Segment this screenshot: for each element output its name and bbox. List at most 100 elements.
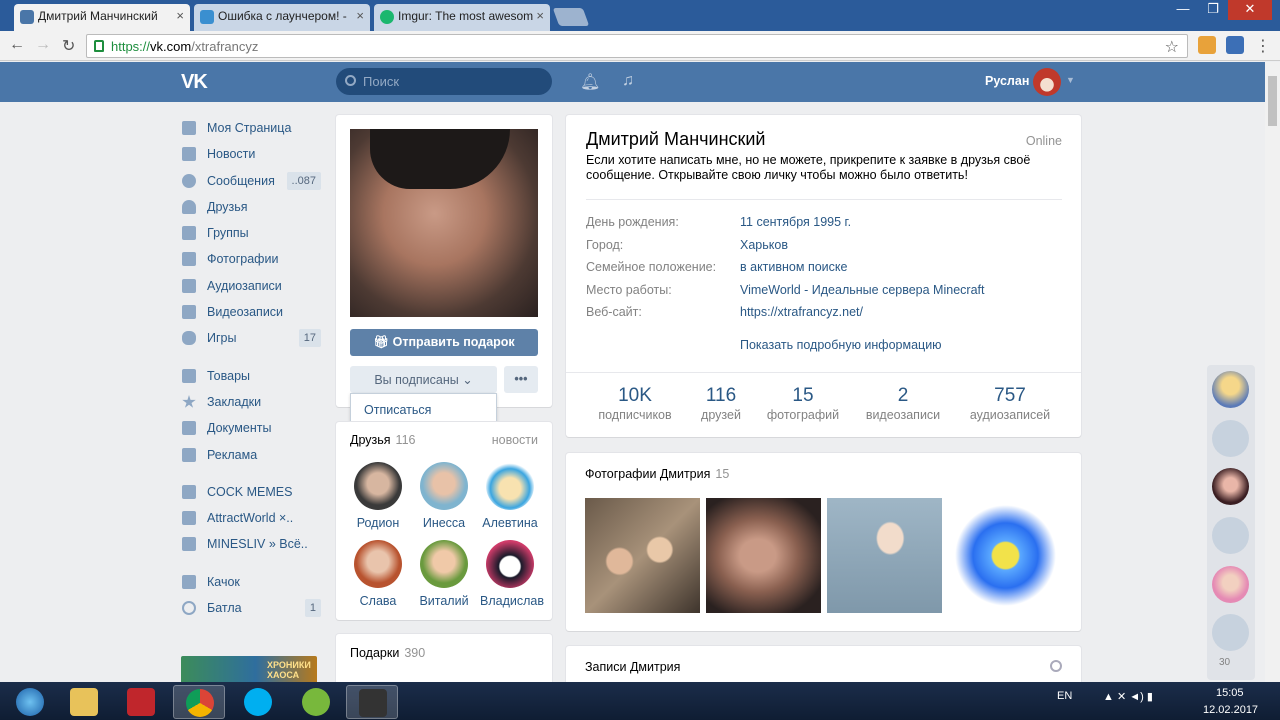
- browser-tab-imgur[interactable]: Imgur: The most awesom ×: [374, 4, 550, 31]
- dock-contact-avatar[interactable]: [1212, 371, 1249, 408]
- sidebar-item-groups[interactable]: Группы: [181, 221, 321, 247]
- game-promo-banner[interactable]: ХРОНИКИ ХАОСА: [181, 656, 317, 684]
- filezilla-icon[interactable]: [115, 685, 167, 719]
- chrome-icon[interactable]: [173, 685, 225, 719]
- stat-audio[interactable]: 757 аудиозаписей: [966, 385, 1054, 422]
- friend-item[interactable]: Родион: [348, 462, 408, 530]
- photo-thumbnail[interactable]: [948, 498, 1063, 613]
- photos-title[interactable]: Фотографии Дмитрия 15: [585, 467, 729, 481]
- browser-tab-bar: Дмитрий Манчинский × Ошибка с лаунчером!…: [0, 0, 1280, 31]
- divider: [586, 199, 1062, 200]
- photo-thumbnail[interactable]: [827, 498, 942, 613]
- browser-tab-vk[interactable]: Дмитрий Манчинский ×: [14, 4, 190, 31]
- sidebar-item-friends[interactable]: Друзья: [181, 195, 321, 221]
- relationship-value[interactable]: в активном поиске: [740, 260, 847, 274]
- user-avatar[interactable]: [1033, 68, 1061, 96]
- network-icon[interactable]: ▲ ✕ ◄) ▮: [1103, 690, 1153, 703]
- friend-item[interactable]: Владислав: [480, 540, 544, 608]
- page-scrollbar[interactable]: [1265, 62, 1280, 682]
- notifications-bell-icon[interactable]: 🔔︎: [580, 72, 600, 92]
- bookmark-star-icon[interactable]: ☆: [1165, 37, 1179, 57]
- dock-online-count[interactable]: 30: [1219, 657, 1230, 668]
- user-name[interactable]: Руслан: [985, 74, 1029, 88]
- sidebar-item-label: Батла: [207, 601, 242, 616]
- sidebar-item-messages[interactable]: Сообщения ..087: [181, 169, 321, 195]
- back-arrow-icon[interactable]: ←: [9, 36, 25, 54]
- maximize-button[interactable]: ❐: [1198, 0, 1228, 20]
- sidebar-item-video[interactable]: Видеозаписи: [181, 300, 321, 326]
- stat-friends[interactable]: 116 друзей: [691, 385, 751, 422]
- dock-contact-avatar[interactable]: [1212, 468, 1249, 505]
- friend-item[interactable]: Инесса: [414, 462, 474, 530]
- sidebar-item-documents[interactable]: Документы: [181, 416, 321, 442]
- scrollbar-thumb[interactable]: [1268, 76, 1277, 126]
- sidebar-item-ads[interactable]: Реклама: [181, 443, 321, 469]
- friends-news-link[interactable]: новости: [492, 433, 538, 447]
- sidebar-item-audio[interactable]: Аудиозаписи: [181, 274, 321, 300]
- close-window-button[interactable]: ✕: [1228, 0, 1272, 20]
- more-actions-button[interactable]: •••: [504, 366, 538, 393]
- tab-close-icon[interactable]: ×: [356, 8, 364, 23]
- dock-contact-avatar[interactable]: [1212, 566, 1249, 603]
- browser-tab-launcher[interactable]: Ошибка с лаунчером! - ×: [194, 4, 370, 31]
- sidebar-app-batla[interactable]: Батла 1: [181, 596, 321, 622]
- sidebar-item-games[interactable]: Игры 17: [181, 326, 321, 352]
- friend-item[interactable]: Слава: [348, 540, 408, 608]
- forward-arrow-icon[interactable]: →: [35, 36, 51, 54]
- clock-time[interactable]: 15:05: [1216, 687, 1244, 699]
- sidebar-item-market[interactable]: Товары: [181, 364, 321, 390]
- search-input[interactable]: Поиск: [336, 68, 552, 95]
- gifts-title[interactable]: Подарки 390: [350, 646, 425, 660]
- friend-item[interactable]: Алевтина: [480, 462, 540, 530]
- send-gift-button[interactable]: 🎁︎ Отправить подарок: [350, 329, 538, 356]
- minimize-button[interactable]: —: [1168, 0, 1198, 20]
- music-icon[interactable]: ♫: [622, 72, 634, 90]
- sidebar-item-photos[interactable]: Фотографии: [181, 247, 321, 273]
- photo-thumbnail[interactable]: [585, 498, 700, 613]
- subscribed-button[interactable]: Вы подписаны ⌄: [350, 366, 497, 393]
- sidebar-app-kachok[interactable]: Качок: [181, 570, 321, 596]
- tab-close-icon[interactable]: ×: [536, 8, 544, 23]
- sidebar-group-cock-memes[interactable]: COCK MEMES: [181, 480, 321, 506]
- dock-default-avatar-icon[interactable]: [1212, 614, 1249, 651]
- show-more-info-link[interactable]: Показать подробную информацию: [740, 338, 942, 352]
- clock-date[interactable]: 12.02.2017: [1203, 704, 1258, 716]
- work-value[interactable]: VimeWorld - Идеальные сервера Minecraft: [740, 283, 984, 297]
- address-bar[interactable]: https://vk.com/xtrafrancyz ☆: [86, 34, 1188, 58]
- dock-default-avatar-icon[interactable]: [1212, 420, 1249, 457]
- website-link[interactable]: https://xtrafrancyz.net/: [740, 305, 863, 319]
- sidebar-group-attractworld[interactable]: AttractWorld ×..: [181, 506, 321, 532]
- search-icon[interactable]: [1050, 660, 1062, 672]
- utorrent-icon[interactable]: [290, 685, 342, 719]
- profile-photo[interactable]: [350, 129, 538, 317]
- chevron-down-icon[interactable]: ▼: [1066, 75, 1075, 85]
- reload-icon[interactable]: ↻: [62, 36, 75, 56]
- sidebar-item-news[interactable]: Новости: [181, 142, 321, 168]
- friend-item[interactable]: Виталий: [414, 540, 474, 608]
- language-indicator[interactable]: EN: [1057, 690, 1072, 702]
- game-app-icon[interactable]: [346, 685, 398, 719]
- friends-title[interactable]: Друзья 116: [350, 433, 415, 447]
- sidebar-item-my-page[interactable]: Моя Страница: [181, 116, 321, 142]
- dock-camera-icon[interactable]: [1212, 517, 1249, 554]
- chrome-menu-icon[interactable]: ⋮: [1255, 36, 1271, 56]
- start-button[interactable]: [4, 685, 56, 719]
- explorer-icon[interactable]: [58, 685, 110, 719]
- stat-videos[interactable]: 2 видеозаписи: [862, 385, 944, 422]
- batla-count-badge: 1: [304, 599, 321, 618]
- sidebar-item-bookmarks[interactable]: Закладки: [181, 390, 321, 416]
- sidebar-group-minesliv[interactable]: MINESLIV » Всё..: [181, 532, 321, 558]
- stat-photos[interactable]: 15 фотографий: [764, 385, 842, 422]
- star-icon: [182, 394, 196, 408]
- city-value[interactable]: Харьков: [740, 238, 788, 252]
- birthday-value[interactable]: 11 сентября 1995 г.: [740, 215, 851, 229]
- stat-followers[interactable]: 10K подписчиков: [594, 385, 676, 422]
- sidebar-item-label: Моя Страница: [207, 121, 292, 135]
- photo-thumbnail[interactable]: [706, 498, 821, 613]
- extension-adblock-icon[interactable]: [1198, 36, 1216, 54]
- tab-close-icon[interactable]: ×: [176, 8, 184, 23]
- vk-logo[interactable]: VK: [181, 71, 208, 94]
- skype-icon[interactable]: [232, 685, 284, 719]
- new-tab-button[interactable]: [552, 8, 590, 26]
- extension-settings-icon[interactable]: [1226, 36, 1244, 54]
